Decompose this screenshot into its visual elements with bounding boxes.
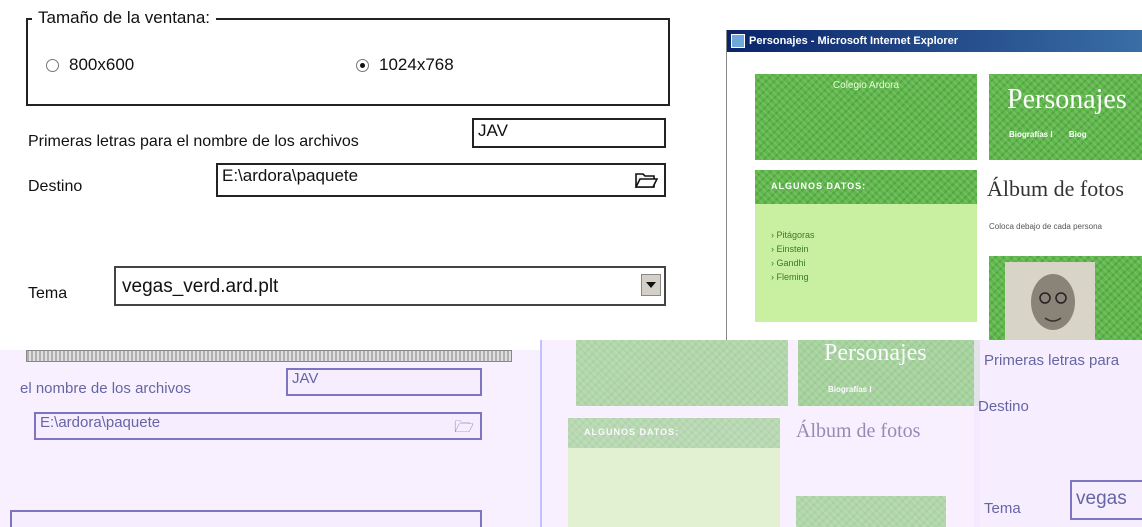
site-logo-block: Colegio Ardora [755,74,977,160]
overlay-folder-icon[interactable]: 🗁 [454,416,474,443]
sidebar-link-gandhi[interactable]: › Gandhi [771,258,977,268]
sidebar-link-fleming[interactable]: › Fleming [771,272,977,282]
photo-frame [989,256,1142,340]
theme-value: vegas_verd.ard.plt [122,276,279,297]
open-folder-icon[interactable] [634,168,658,190]
album-instruction: Coloca debajo de cada persona [989,222,1102,231]
sidebar-heading: ALGUNOS DATOS: [771,181,867,191]
radio-label-1024x768: 1024x768 [379,55,454,74]
nav-link-1[interactable]: Biografías I [1009,130,1053,139]
ie-icon [731,34,745,48]
ie-titlebar: Personajes - Microsoft Internet Explorer [727,30,1142,52]
ie-window-title: Personajes - Microsoft Internet Explorer [749,35,959,47]
nav-link-2[interactable]: Biog [1069,130,1087,139]
overlay-photo-frame [796,496,946,527]
overlay-destination-input[interactable]: E:\ardora\paquete 🗁 [34,412,482,440]
ie-preview-window: Personajes - Microsoft Internet Explorer… [726,30,1142,340]
album-title: Álbum de fotos [987,176,1124,201]
sidebar-heading-block: ALGUNOS DATOS: [755,170,977,204]
radio-label-800x600: 800x600 [69,55,135,74]
overlay-nav: Biografías I [828,385,872,394]
sidebar-links: › Pitágoras › Einstein › Gandhi › Flemin… [755,204,977,322]
window-size-legend: Tamaño de la ventana: [32,8,217,28]
radio-button-selected-icon[interactable] [356,58,369,72]
sidebar-link-pitagoras[interactable]: › Pitágoras [771,230,977,240]
overlay-preview: Personajes Biografías I ALGUNOS DATOS: Á… [540,340,980,527]
radio-button-icon[interactable] [46,58,59,72]
radio-1024x768[interactable]: 1024x768 [356,55,454,75]
overlay-right-destination-label: Destino [978,398,1029,415]
overlay-page-title: Personajes [824,340,927,366]
overlay-logo-block [576,340,788,406]
overlay-divider [540,340,542,527]
overlay-prefix-label: el nombre de los archivos [20,380,191,397]
overlay-right-settings: Primeras letras para Destino Tema vegas [974,340,1142,527]
theme-label: Tema [28,285,68,302]
prefix-input[interactable]: JAV [472,118,666,148]
portrait-image [1031,274,1075,330]
gandhi-photo[interactable] [1005,262,1095,340]
overlay-album-title: Álbum de fotos [796,420,921,442]
sidebar-link-einstein[interactable]: › Einstein [771,244,977,254]
overlay-header: Personajes Biografías I [798,340,980,406]
overlay-sidebar [568,448,780,527]
overlay-sidebar-heading-block: ALGUNOS DATOS: [568,418,780,448]
prefix-label: Primeras letras para el nombre de los ar… [28,133,359,150]
overlay-right-prefix-label: Primeras letras para [984,352,1120,369]
chevron-down-icon[interactable] [641,274,661,296]
site-name: Colegio Ardora [832,80,900,91]
page-header: Personajes Biografías I Biog [989,74,1142,160]
preview-page-title: Personajes [1007,84,1127,115]
overlay-theme-select[interactable] [10,510,482,527]
overlay-destination-value: E:\ardora\paquete [40,414,161,431]
destination-label: Destino [28,178,83,195]
overlay-prefix-input[interactable]: JAV [286,368,482,396]
overlay-right-theme-select[interactable]: vegas [1070,480,1142,520]
radio-800x600[interactable]: 800x600 [46,55,134,75]
theme-select[interactable]: vegas_verd.ard.plt [114,266,666,306]
destination-value: E:\ardora\paquete [222,166,359,185]
destination-input[interactable]: E:\ardora\paquete [216,163,666,197]
overlay-right-theme-label: Tema [984,500,1021,517]
overlay-strip [26,350,512,362]
overlay-settings: el nombre de los archivos JAV E:\ardora\… [0,350,540,527]
overlay-sidebar-heading: ALGUNOS DATOS: [584,427,680,437]
